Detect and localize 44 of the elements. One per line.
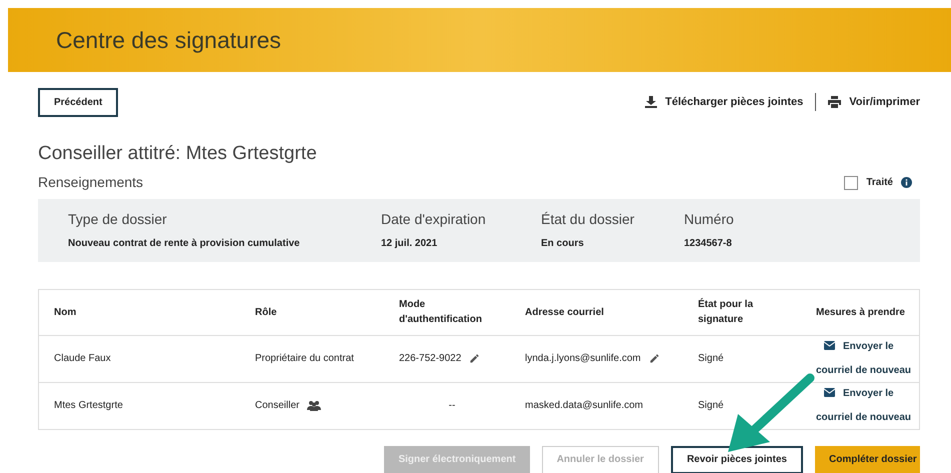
summary-label: Date d'expiration: [381, 210, 487, 229]
action-button[interactable]: Compléter dossier: [815, 446, 920, 473]
info-icon[interactable]: [901, 177, 912, 188]
resend-email-link[interactable]: Envoyer le courriel de nouveau: [816, 382, 921, 430]
download-link[interactable]: Télécharger pièces jointes: [645, 94, 804, 110]
column-header: Nom: [54, 306, 78, 320]
summary-value: 12 juil. 2021: [381, 236, 438, 250]
summary-value: En cours: [541, 236, 585, 250]
table-cell-text: lynda.j.lyons@sunlife.com: [525, 352, 641, 366]
column-header: État pour la signature: [698, 297, 754, 327]
column-header: Adresse courriel: [525, 306, 605, 320]
column-header: Mode d'authentification: [399, 298, 483, 327]
page-title: Centre des signatures: [56, 26, 282, 55]
people-icon: [307, 400, 322, 411]
table-cell-text: masked.data@sunlife.com: [525, 399, 643, 413]
section-heading: Renseignements: [38, 173, 144, 192]
column-header: Rôle: [255, 306, 278, 320]
advisor-heading: Conseiller attitré: Mtes Grtestgrte: [38, 142, 318, 166]
summary-value: Nouveau contrat de rente à provision cumulative: [68, 236, 301, 250]
table-cell-text: Propriétaire du contrat: [255, 352, 354, 366]
table-cell-text: 226-752-9022: [399, 352, 462, 366]
action-button[interactable]: Revoir pièces jointes: [670, 446, 803, 473]
printer-icon: [828, 96, 842, 108]
summary-label: Numéro: [684, 210, 735, 228]
summary-value: 1234567-8: [684, 236, 733, 250]
table-cell-text: Conseiller: [255, 399, 300, 413]
print-link[interactable]: Voir/imprimer: [828, 94, 920, 110]
pencil-icon[interactable]: [469, 353, 480, 364]
resend-email-link[interactable]: Envoyer le courriel de nouveau: [816, 334, 921, 382]
table-cell-text: Signé: [698, 352, 725, 366]
envelope-icon: [824, 341, 835, 350]
pencil-icon[interactable]: [648, 353, 660, 364]
table-cell-text: Mtes Grtestgrte: [54, 399, 124, 413]
summary-label: État du dossier: [541, 210, 636, 228]
summary-label: Type de dossier: [68, 210, 168, 229]
processed-checkbox[interactable]: [844, 176, 858, 190]
table-cell-text: --: [448, 399, 456, 413]
table-cell-text: Claude Faux: [54, 352, 112, 366]
envelope-icon: [824, 388, 835, 398]
download-icon: [645, 96, 658, 108]
table-cell-text: Signé: [698, 399, 725, 413]
back-button[interactable]: Précédent: [38, 88, 118, 116]
processed-label: Traité: [866, 176, 893, 190]
column-header: Mesures à prendre: [816, 306, 906, 320]
